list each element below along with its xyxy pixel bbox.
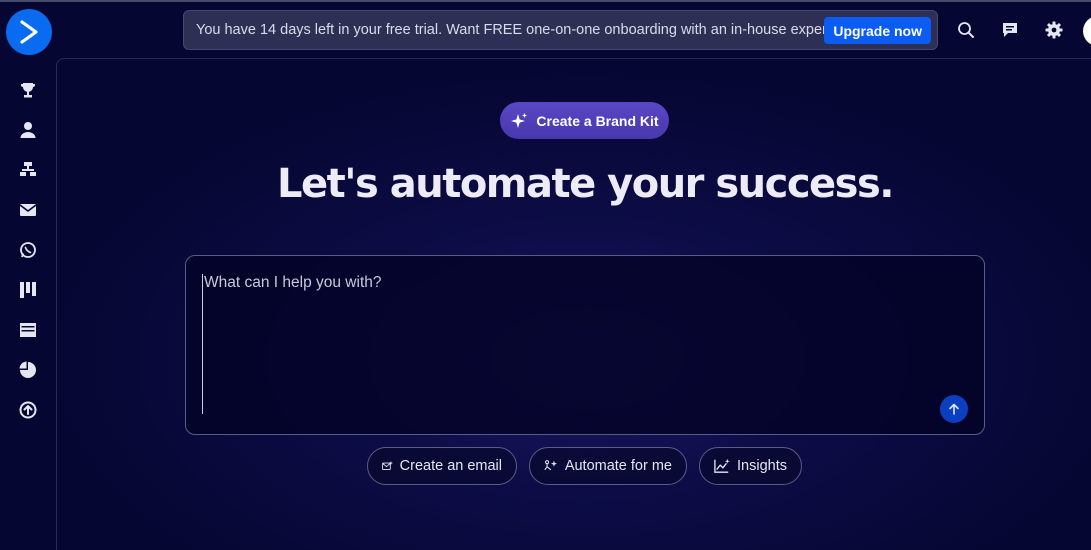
chip-label: Automate for me (564, 458, 672, 474)
create-email-chip[interactable]: Create an email (367, 447, 517, 485)
send-button[interactable] (940, 395, 968, 423)
page-headline: Let's automate your success. (277, 161, 894, 207)
automations-icon[interactable] (16, 158, 40, 182)
avatar[interactable] (1083, 16, 1091, 46)
chat-icon[interactable] (998, 18, 1022, 42)
chart-sparkle-icon (714, 458, 730, 473)
whatsapp-icon[interactable] (16, 238, 40, 262)
sparkle-icon (511, 112, 528, 128)
chip-label: Create an email (399, 458, 502, 474)
email-icon[interactable] (16, 198, 40, 222)
search-icon[interactable] (954, 18, 978, 42)
activecampaign-logo[interactable] (6, 9, 52, 55)
automate-for-me-chip[interactable]: Automate for me (529, 447, 687, 485)
upgrade-now-button[interactable]: Upgrade now (824, 17, 931, 44)
brand-kit-label: Create a Brand Kit (536, 112, 659, 129)
prompt-box (185, 255, 985, 435)
website-icon[interactable] (16, 318, 40, 342)
prompt-input[interactable] (202, 274, 942, 414)
contacts-icon[interactable] (16, 118, 40, 142)
upload-icon[interactable] (16, 398, 40, 422)
top-border (0, 0, 1091, 2)
arrow-up-icon (949, 403, 959, 415)
trophy-icon[interactable] (16, 78, 40, 102)
logo-chevron-icon (20, 20, 38, 44)
main-panel: Create a Brand Kit Let's automate your s… (56, 58, 1091, 550)
gear-icon[interactable] (1042, 18, 1066, 42)
trial-banner: You have 14 days left in your free trial… (183, 10, 938, 50)
email-plus-icon (382, 461, 393, 470)
deals-pipeline-icon[interactable] (16, 278, 40, 302)
create-brand-kit-button[interactable]: Create a Brand Kit (500, 102, 669, 139)
insights-chip[interactable]: Insights (699, 447, 802, 485)
automation-sparkle-icon (544, 460, 558, 471)
reports-icon[interactable] (16, 358, 40, 382)
trial-message: You have 14 days left in your free trial… (196, 22, 839, 38)
chip-label: Insights (737, 458, 787, 474)
